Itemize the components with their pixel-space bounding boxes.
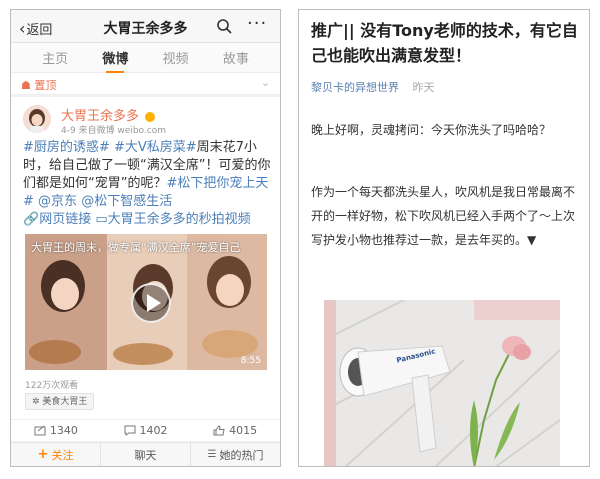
repost-icon (34, 425, 46, 436)
like-button[interactable]: 4015 (190, 420, 280, 441)
web-link[interactable]: 🔗网页链接 (23, 212, 91, 227)
web-link-label: 网页链接 (39, 212, 92, 227)
more-options-icon[interactable]: ··· (247, 13, 267, 34)
profile-tabs: 主页 微博 视频 故事 (11, 43, 280, 73)
plus-icon: + (37, 447, 49, 462)
view-count: 122万次观看 (25, 381, 79, 391)
repost-count: 1340 (49, 424, 78, 437)
verified-badge-icon (145, 111, 156, 122)
tab-home[interactable]: 主页 (42, 42, 68, 73)
video-player[interactable]: 大胃王的周末，做专属“满汉全席”宠爱自己 8:55 (25, 234, 267, 370)
avatar[interactable] (23, 105, 51, 133)
profile-action-bar: + 关注 聊天 ☰ 她的热门 (11, 442, 280, 466)
video-link[interactable]: ▭大胃王余多多的秒拍视频 (95, 212, 250, 227)
topic-tag-label: 美食大胃王 (42, 397, 88, 407)
follow-button[interactable]: + 关注 (11, 443, 101, 466)
link-icon: 🔗 (23, 212, 40, 227)
video-duration: 8:55 (240, 356, 261, 366)
post-author[interactable]: 大胃王余多多 (61, 105, 156, 124)
tab-stories[interactable]: 故事 (223, 42, 249, 73)
pinned-label: 置顶 (34, 79, 57, 92)
list-icon: ☰ (207, 449, 217, 460)
article-author[interactable]: 黎贝卡的异想世界 (311, 81, 399, 94)
post-stats-bar: 1340 1402 4015 (11, 419, 280, 441)
comment-icon (124, 425, 135, 436)
page-title: 大胃王余多多 (103, 21, 188, 37)
weibo-post-card: 大胃王余多多 4-9 来自微博 weibo.com #厨房的诱惑# #大V私房菜… (11, 97, 280, 419)
comment-count: 1402 (139, 424, 168, 437)
weibo-profile-screen: ‹返回 大胃王余多多 ··· 主页 微博 视频 故事 ☗ 置顶 ⌄ 大胃王余多多 (10, 9, 281, 467)
post-hashtag-link[interactable]: @松下智感生活 (81, 194, 172, 209)
chat-label: 聊天 (134, 448, 157, 462)
chevron-down-icon[interactable]: ⌄ (261, 76, 270, 89)
thumbs-up-icon (213, 425, 225, 436)
post-hashtag-link[interactable]: #厨房的诱惑# (23, 140, 110, 155)
nav-bar: ‹返回 大胃王余多多 ··· (11, 10, 280, 43)
comment-button[interactable]: 1402 (101, 420, 191, 441)
hot-posts-label: 她的热门 (219, 448, 264, 462)
repost-button[interactable]: 1340 (11, 420, 101, 441)
article-paragraph: 晚上好啊，灵魂拷问：今天你洗头了吗哈哈？ (311, 123, 552, 137)
post-text: #厨房的诱惑# #大V私房菜#周末花7小时，给自己做了一顿“满汉全席”！可爱的你… (23, 139, 275, 229)
post-meta: 4-9 来自微博 weibo.com (61, 126, 166, 136)
search-icon[interactable] (216, 18, 232, 34)
like-count: 4015 (229, 424, 258, 437)
follow-label: 关注 (51, 448, 74, 462)
pin-icon: ☗ (21, 79, 31, 92)
article-paragraph: 作为一个每天都洗头星人，吹风机是我日常最离不开的一样好物，松下吹风机已经入手两个… (311, 185, 576, 247)
pinned-header[interactable]: ☗ 置顶 ⌄ (11, 73, 280, 95)
post-author-name: 大胃王余多多 (61, 109, 140, 124)
topic-tag[interactable]: ✲ 美食大胃王 (25, 393, 95, 410)
post-hashtag-link[interactable]: #大V私房菜# (114, 140, 197, 155)
article-time: 昨天 (412, 81, 435, 94)
wechat-article-screen: 推广|| 没有Tony老师的技术，有它自己也能吹出满意发型！ 黎贝卡的异想世界 … (298, 9, 590, 467)
article-meta: 黎贝卡的异想世界 昨天 (311, 79, 435, 95)
video-link-label: 大胃王余多多的秒拍视频 (107, 212, 251, 227)
post-text-parts: #厨房的诱惑# #大V私房菜#周末花7小时，给自己做了一顿“满汉全席”！可爱的你… (23, 140, 270, 209)
video-caption: 大胃王的周末，做专属“满汉全席”宠爱自己 (31, 241, 241, 254)
hot-posts-button[interactable]: ☰ 她的热门 (191, 443, 280, 466)
chat-button[interactable]: 聊天 (101, 443, 191, 466)
hair-dryer-photo (324, 300, 560, 466)
video-link-icon: ▭ (95, 212, 108, 227)
article-title: 推广|| 没有Tony老师的技术，有它自己也能吹出满意发型！ (311, 21, 578, 65)
tab-weibo[interactable]: 微博 (102, 42, 128, 73)
play-button-icon[interactable] (131, 283, 171, 323)
article-image-hair-dryer: Panasonic (324, 300, 560, 466)
tab-videos[interactable]: 视频 (163, 42, 189, 73)
sparkle-icon: ✲ (32, 397, 40, 407)
post-hashtag-link[interactable]: @京东 (38, 194, 77, 209)
